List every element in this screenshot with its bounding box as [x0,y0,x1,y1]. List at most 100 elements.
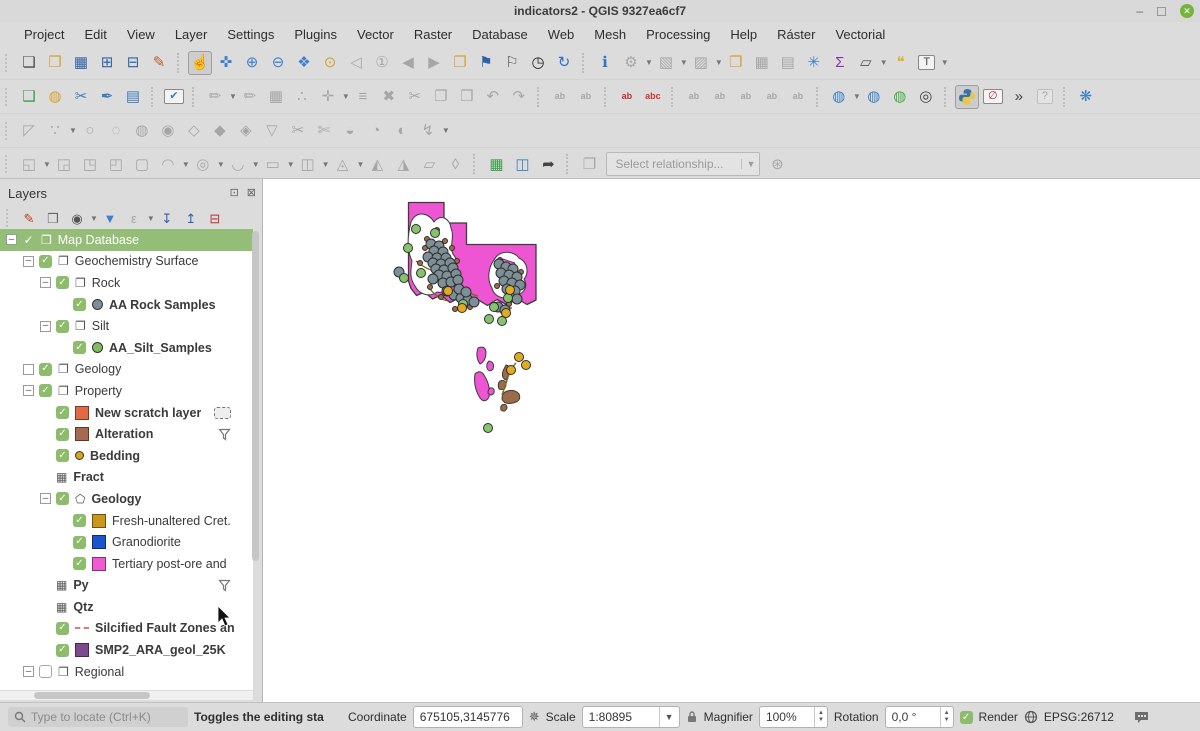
layer-tree-row[interactable]: ✓SMP2_ARA_geol_25K [0,639,253,661]
layer-tree-row[interactable]: ▦Py [0,575,253,597]
layer-checkbox[interactable]: ✓ [73,298,86,311]
pan-to-selection-icon[interactable]: ✜ [214,51,238,75]
save-project-icon[interactable]: ▦ [69,51,93,75]
tree-expander[interactable]: – [6,234,17,245]
add-vector-layer-icon[interactable]: ❑ [17,85,41,109]
style-manager-icon[interactable]: ✎ [147,51,171,75]
layer-tree-row[interactable]: ✓Bedding [0,445,253,467]
menu-raster[interactable]: Raster [404,25,462,44]
adv-digitizing-6-icon[interactable]: ◉ [156,119,180,143]
tree-expander[interactable]: – [23,385,34,396]
disabled-tool-8-icon[interactable]: ◡ [226,152,250,176]
menu-help[interactable]: Help [720,25,767,44]
zoom-full-icon[interactable]: ❖ [292,51,316,75]
layer-checkbox[interactable] [39,665,52,678]
layer-tree-row[interactable]: –❐Regional [0,661,253,683]
chevron-down-icon[interactable]: ▼ [357,160,365,169]
pin-labels-icon[interactable]: ab [615,85,639,109]
rotation-spinbox[interactable]: 0,0 °▲▼ [885,706,954,728]
adv-digitizing-16-icon[interactable]: ↯ [416,119,440,143]
layer-tree-row[interactable]: ✓New scratch layer [0,402,253,424]
edit-pencil-icon[interactable]: ✏ [238,85,262,109]
new-scratch-layer-icon[interactable]: ▤ [121,85,145,109]
paste-features-icon[interactable]: ❒ [455,85,479,109]
adv-digitizing-15-icon[interactable]: ◐ [390,119,414,143]
disabled-tool-10-icon[interactable]: ◫ [296,152,320,176]
vertex-tool-icon[interactable]: ✛ [316,85,340,109]
new-project-icon[interactable]: ❏ [17,51,41,75]
adv-digitizing-2-icon[interactable]: ∵ [43,119,67,143]
undo-icon[interactable]: ↶ [481,85,505,109]
help-tool-icon[interactable]: ? [1033,85,1057,109]
menu-vectorial[interactable]: Vectorial [825,25,895,44]
menu-plugins[interactable]: Plugins [284,25,347,44]
stop-edits-icon[interactable]: ∅ [981,85,1005,109]
disabled-tool-12-icon[interactable]: ◭ [365,152,389,176]
panel-float-button[interactable]: ⊡ [230,188,239,199]
text-annotation-icon[interactable]: T [915,51,939,75]
chevron-down-icon[interactable]: ▼ [741,159,759,169]
coordinate-input[interactable]: 675105,3145776 [413,706,523,728]
chevron-down-icon[interactable]: ▼ [680,58,688,67]
digitize-icon[interactable]: ∴ [290,85,314,109]
zoom-to-layer-icon[interactable]: ❐ [448,51,472,75]
db-manager-icon[interactable]: ▦ [484,152,508,176]
new-print-layout-icon[interactable]: ⊞ [95,51,119,75]
tree-expander[interactable]: – [40,321,51,332]
layer-tree-row[interactable]: ✓Fresh-unaltered Cret. [0,510,253,532]
chevron-down-icon[interactable]: ▼ [69,126,77,135]
collapse-all-icon[interactable]: ↥ [180,207,202,229]
layout-manager-icon[interactable]: ⊟ [121,51,145,75]
zoom-previous-icon[interactable]: ◀ [396,51,420,75]
layer-checkbox[interactable]: ✓ [73,514,86,527]
disabled-tool-5-icon[interactable]: ▢ [130,152,154,176]
layer-checkbox[interactable]: ✓ [56,449,69,462]
disabled-tool-9-icon[interactable]: ▭ [261,152,285,176]
menu-edit[interactable]: Edit [74,25,116,44]
adv-digitizing-3-icon[interactable]: ○ [78,119,102,143]
export-layer-icon[interactable]: ➦ [536,152,560,176]
disabled-tool-6-icon[interactable]: ◠ [156,152,180,176]
extent-icon[interactable]: ✵ [529,709,540,725]
disabled-tool-11-icon[interactable]: ◬ [331,152,355,176]
toolbar-handle[interactable] [5,54,12,72]
refresh-map-icon[interactable]: ↻ [552,51,576,75]
layer-checkbox[interactable]: ✓ [56,428,69,441]
menu-database[interactable]: Database [462,25,538,44]
epsg-code[interactable]: EPSG:26712 [1044,710,1114,724]
disabled-tool-14-icon[interactable]: ▱ [417,152,441,176]
new-bookmark-icon[interactable]: ⚑ [474,51,498,75]
globe-binoculars-icon[interactable]: ◎ [914,85,938,109]
statistics-icon[interactable]: Σ [828,51,852,75]
layer-tree-vertical-scrollbar[interactable] [252,231,259,561]
label-move-icon[interactable]: ab [682,85,706,109]
layer-checkbox[interactable]: ✓ [56,320,69,333]
filter-legend-icon[interactable]: ▼ [99,207,121,229]
zoom-out-icon[interactable]: ⊖ [266,51,290,75]
layer-tree-horizontal-scrollbar[interactable] [0,691,253,700]
chevron-down-icon[interactable]: ▼ [941,58,949,67]
adv-digitizing-5-icon[interactable]: ◍ [130,119,154,143]
layer-checkbox[interactable]: ✓ [56,622,69,635]
disabled-tool-1-icon[interactable]: ◱ [17,152,41,176]
label-diagram-icon[interactable]: ab [574,85,598,109]
menu-settings[interactable]: Settings [217,25,284,44]
layer-tree-row[interactable]: ▦Fract [0,467,253,489]
toolbar-overflow-icon[interactable]: » [1007,85,1031,109]
copy-features-icon[interactable]: ❐ [429,85,453,109]
pan-map-icon[interactable]: ☝ [188,51,212,75]
label-rotate-icon[interactable]: ab [734,85,758,109]
chevron-down-icon[interactable]: ▼ [147,214,155,223]
chevron-down-icon[interactable]: ▼ [90,214,98,223]
toolbar-handle[interactable] [6,209,13,227]
python-console-icon[interactable] [955,85,979,109]
globe-search-icon[interactable]: ◍ [862,85,886,109]
tree-expander[interactable]: – [23,666,34,677]
remove-layer-icon[interactable]: ⊟ [204,207,226,229]
layer-tree-row[interactable]: –✓❐Map Database [0,229,253,251]
chevron-down-icon[interactable]: ▼ [322,160,330,169]
import-layer-icon[interactable]: ◫ [510,152,534,176]
open-project-icon[interactable]: ❒ [43,51,67,75]
open-layer-styling-icon[interactable]: ✎ [18,207,40,229]
chevron-down-icon[interactable]: ▼ [252,160,260,169]
